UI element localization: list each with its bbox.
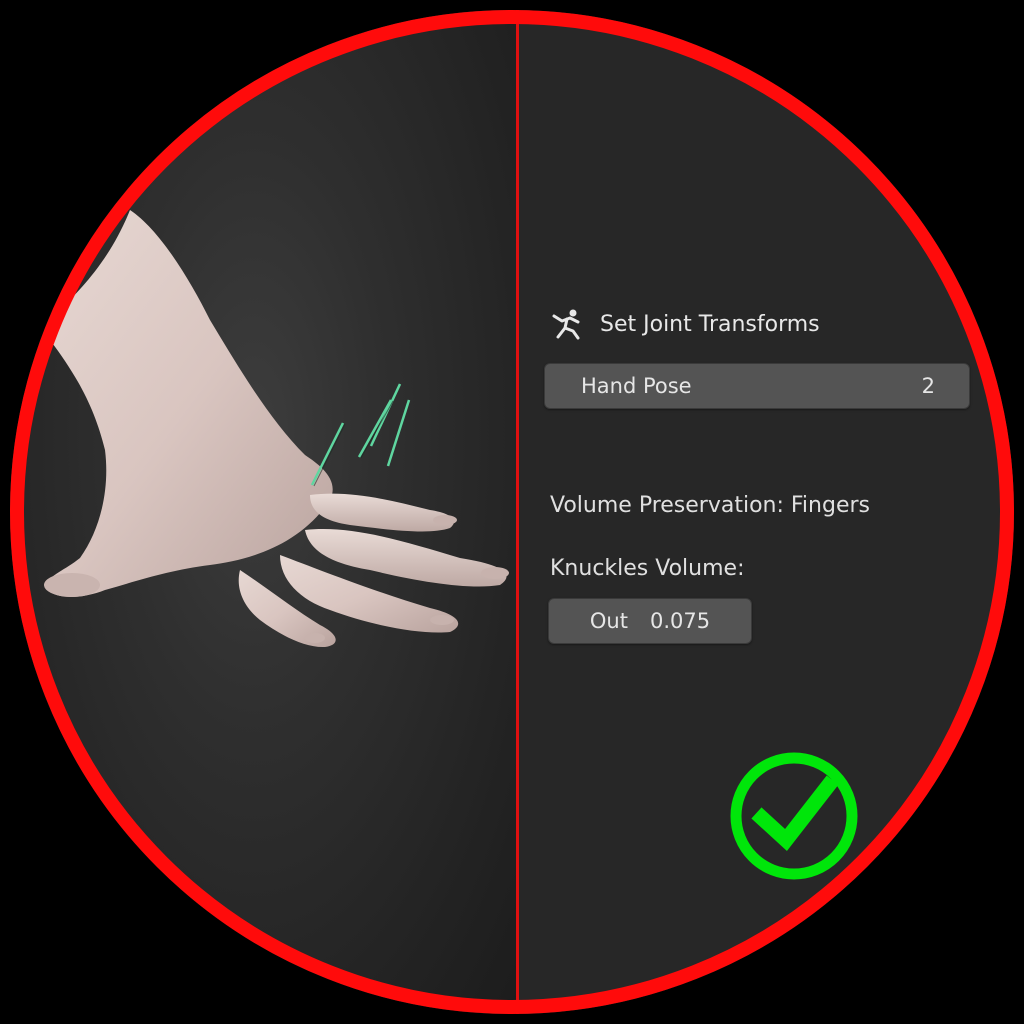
knuckles-field-label: Out (589, 609, 628, 633)
checkmark-icon (730, 752, 858, 880)
3d-viewport[interactable] (10, 10, 518, 1014)
forearm (45, 210, 333, 597)
hand-pose-value: 2 (921, 374, 935, 398)
knuckles-volume-field[interactable]: Out 0.075 (548, 598, 752, 644)
hand-pose-label: Hand Pose (581, 374, 692, 398)
panel-header[interactable]: Set Joint Transforms (548, 306, 820, 342)
stage: Set Joint Transforms Hand Pose 2 Volume … (0, 0, 1024, 1024)
properties-panel: Set Joint Transforms Hand Pose 2 Volume … (518, 10, 1014, 1014)
finger-index (310, 493, 454, 532)
armature-pose-icon (552, 309, 580, 340)
knuckles-volume-label: Knuckles Volume: (550, 556, 745, 581)
volume-preservation-label: Volume Preservation: Fingers (550, 493, 870, 518)
hand-pose-field[interactable]: Hand Pose 2 (544, 363, 970, 409)
knuckles-field-value: 0.075 (649, 609, 711, 633)
hand-model (44, 210, 509, 648)
bone-overlay (310, 383, 411, 486)
thumb-tip (44, 573, 100, 597)
panel-title: Set Joint Transforms (600, 311, 820, 337)
circular-frame: Set Joint Transforms Hand Pose 2 Volume … (10, 10, 1014, 1014)
split-divider (516, 10, 519, 1014)
